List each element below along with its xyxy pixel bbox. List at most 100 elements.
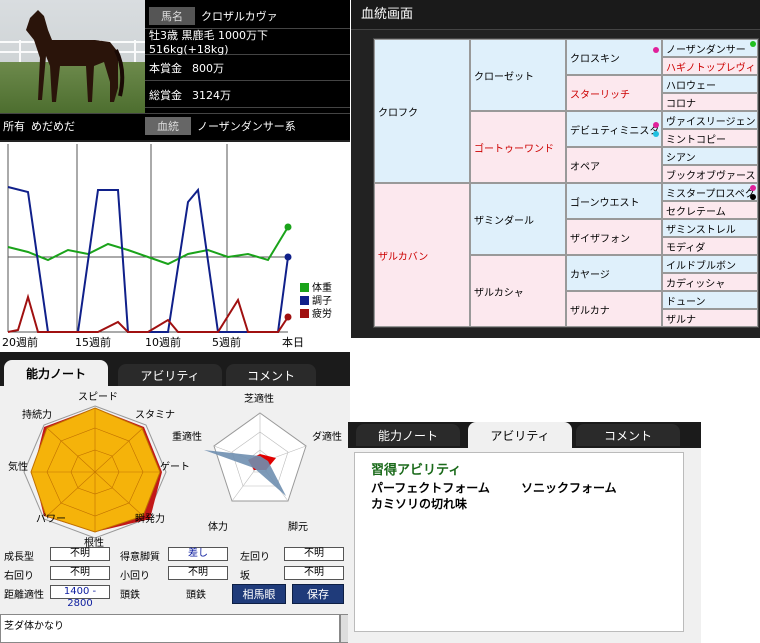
field-label-tight-turn: 小回り [120, 571, 150, 582]
total-prize-value: 3124万 [192, 88, 231, 102]
pedigree-g4-6[interactable]: ミントコピー [662, 129, 758, 147]
pedigree-g4-16[interactable]: ザルナ [662, 309, 758, 327]
pedigree-g4-14[interactable]: カディッシャ [662, 273, 758, 291]
ability-tab-note[interactable]: 能力ノート [356, 424, 460, 446]
field-label-left-turn: 左回り [240, 552, 270, 563]
pedigree-g4-10[interactable]: セクレテーム [662, 201, 758, 219]
pedigree-g4-15[interactable]: ドューン [662, 291, 758, 309]
condition-chart-panel: 20週前 15週前 10週前 5週前 本日 体重 調子 疲労 [0, 140, 350, 352]
pedigree-sire[interactable]: クロフク [374, 39, 470, 183]
condition-chart: 20週前 15週前 10週前 5週前 本日 体重 調子 疲労 [2, 144, 332, 349]
radar-label-stamina: スタミナ [135, 409, 175, 421]
ability-item-1: パーフェクトフォーム [371, 481, 490, 495]
field-value-right-turn: 不明 [50, 566, 110, 580]
aptitude-label-physical: 体力 [208, 520, 228, 533]
pedigree-g3-4[interactable]: オペア [566, 147, 662, 183]
lineage-value: ノーザンダンサー系 [197, 120, 296, 133]
legend-fatigue-label: 疲労 [312, 307, 332, 320]
owner-label: 所有 [3, 120, 25, 133]
horse-silhouette-icon [0, 10, 145, 102]
souma-eye-button[interactable]: 相馬眼 [232, 584, 286, 604]
pedigree-g2-4[interactable]: ザルカシャ [470, 255, 566, 327]
radar-label-endurance: 持続力 [22, 408, 52, 421]
horse-profile-row: 牡3歳 黒鹿毛 1000万下 516kg(+18kg) [145, 29, 350, 56]
tab-comment[interactable]: コメント [226, 364, 316, 386]
inbreed-dot-icon [750, 194, 756, 200]
pedigree-g3-8[interactable]: ザルカナ [566, 291, 662, 327]
ability-list-box: 習得アビリティ パーフェクトフォーム ソニックフォーム カミソリの切れ味 [354, 452, 684, 632]
ability-tab-abilities[interactable]: アビリティ [468, 422, 572, 448]
pedigree-g4-2[interactable]: ハギノトップレヴィ [662, 57, 758, 75]
legend-weight-label: 体重 [312, 281, 332, 294]
field-value-tight-turn: 不明 [168, 566, 228, 580]
ability-panel: 能力ノート アビリティ コメント 習得アビリティ パーフェクトフォーム ソニック… [348, 422, 701, 643]
pedigree-dam[interactable]: ザルカバン [374, 183, 470, 327]
pedigree-g4-4[interactable]: コロナ [662, 93, 758, 111]
pedigree-g2-2[interactable]: ゴートゥーワンド [470, 111, 566, 183]
total-prize-row: 総賞金 3124万 [145, 82, 350, 108]
chart-xtick: 5週前 [212, 335, 241, 349]
tab-ability-note[interactable]: 能力ノート [4, 360, 108, 386]
pedigree-panel: 血統画面 クロフク ザルカバン クローゼット ゴートゥーワンド ザミンダール ザ… [351, 0, 760, 338]
pedigree-g4-12[interactable]: モディダ [662, 237, 758, 255]
ability-heading: 習得アビリティ [371, 463, 462, 478]
owner-name: めだめだ [31, 120, 75, 133]
pedigree-g4-9[interactable]: ミスタープロスペク [662, 183, 758, 201]
field-label-growth: 成長型 [4, 552, 34, 563]
aptitude-label-heavy: 重適性 [172, 430, 202, 443]
chart-xtick: 本日 [282, 335, 304, 349]
inbreed-dot-icon [653, 122, 659, 128]
save-button[interactable]: 保存 [292, 584, 344, 604]
field-value-slope: 不明 [284, 566, 344, 580]
pedigree-g4-3[interactable]: ハロウェー [662, 75, 758, 93]
pedigree-g2-1[interactable]: クローゼット [470, 39, 566, 111]
ability-item-2: ソニックフォーム [521, 481, 617, 495]
inbreed-dot-icon [653, 47, 659, 53]
horse-profile: 牡3歳 黒鹿毛 1000万下 516kg(+18kg) [149, 29, 268, 56]
pedigree-g4-13[interactable]: イルドブルボン [662, 255, 758, 273]
pedigree-g3-3[interactable]: デビュティミニスタ [566, 111, 662, 147]
pedigree-g4-1[interactable]: ノーザンダンサー [662, 39, 758, 57]
aptitude-label-turf: 芝適性 [244, 392, 274, 405]
chart-xtick: 10週前 [145, 335, 181, 349]
comment-textarea[interactable]: 芝ダ体かなり [0, 614, 340, 643]
field-value-distance: 1400 - 2800 [50, 585, 110, 609]
aptitude-label-dirt: ダ適性 [312, 430, 342, 443]
aptitude-label-legs: 脚元 [288, 520, 308, 533]
pedigree-g2-3[interactable]: ザミンダール [470, 183, 566, 255]
owner-row: 所有 めだめだ 血統 ノーザンダンサー系 [0, 113, 350, 138]
pedigree-tree: クロフク ザルカバン クローゼット ゴートゥーワンド ザミンダール ザルカシャ … [373, 38, 759, 328]
pedigree-g4-8[interactable]: ブックオブヴァース [662, 165, 758, 183]
inbreed-dot-icon [750, 185, 756, 191]
pedigree-g3-1[interactable]: クロスキン [566, 39, 662, 75]
pedigree-g3-7[interactable]: カヤージ [566, 255, 662, 291]
legend-fatigue-swatch [300, 309, 309, 318]
fatigue-point [284, 313, 292, 321]
prize-value: 800万 [192, 61, 224, 75]
horse-photo [0, 0, 145, 113]
ability-tab-comment[interactable]: コメント [576, 424, 680, 446]
prize-row: 本賞金 800万 [145, 55, 350, 81]
pedigree-g4-7[interactable]: シアン [662, 147, 758, 165]
pedigree-g3-2[interactable]: スターリッチ [566, 75, 662, 111]
field-value-left-turn: 不明 [284, 547, 344, 561]
horse-name-row: 馬名 クロザルカヴァ [145, 3, 350, 29]
pedigree-g3-5[interactable]: ゴーンウエスト [566, 183, 662, 219]
field-label-style: 得意脚質 [120, 552, 160, 563]
aptitude-radar-chart: 芝適性 ダ適性 脚元 体力 重適性 [172, 392, 342, 533]
field-value-growth: 不明 [50, 547, 110, 561]
pedigree-g3-6[interactable]: ザイザフォン [566, 219, 662, 255]
field-label-slope: 坂 [240, 571, 250, 582]
iron-label-1: 頭鉄 [120, 590, 140, 601]
field-value-style: 差し [168, 547, 228, 561]
legend-condition-label: 調子 [312, 294, 332, 307]
ability-note-panel: 能力ノート アビリティ コメント スピード スタミナ ゲート 瞬発力 根性 パワ… [0, 352, 350, 643]
pedigree-g4-11[interactable]: ザミンストレル [662, 219, 758, 237]
horse-name-label: 馬名 [149, 6, 195, 25]
radar-label-speed: スピード [78, 391, 118, 403]
pedigree-g4-5[interactable]: ヴァイスリージェン [662, 111, 758, 129]
lineage-button[interactable]: 血統 [145, 117, 191, 135]
tab-abilities[interactable]: アビリティ [118, 364, 222, 386]
field-label-distance: 距離適性 [4, 590, 44, 601]
legend-weight-swatch [300, 283, 309, 292]
